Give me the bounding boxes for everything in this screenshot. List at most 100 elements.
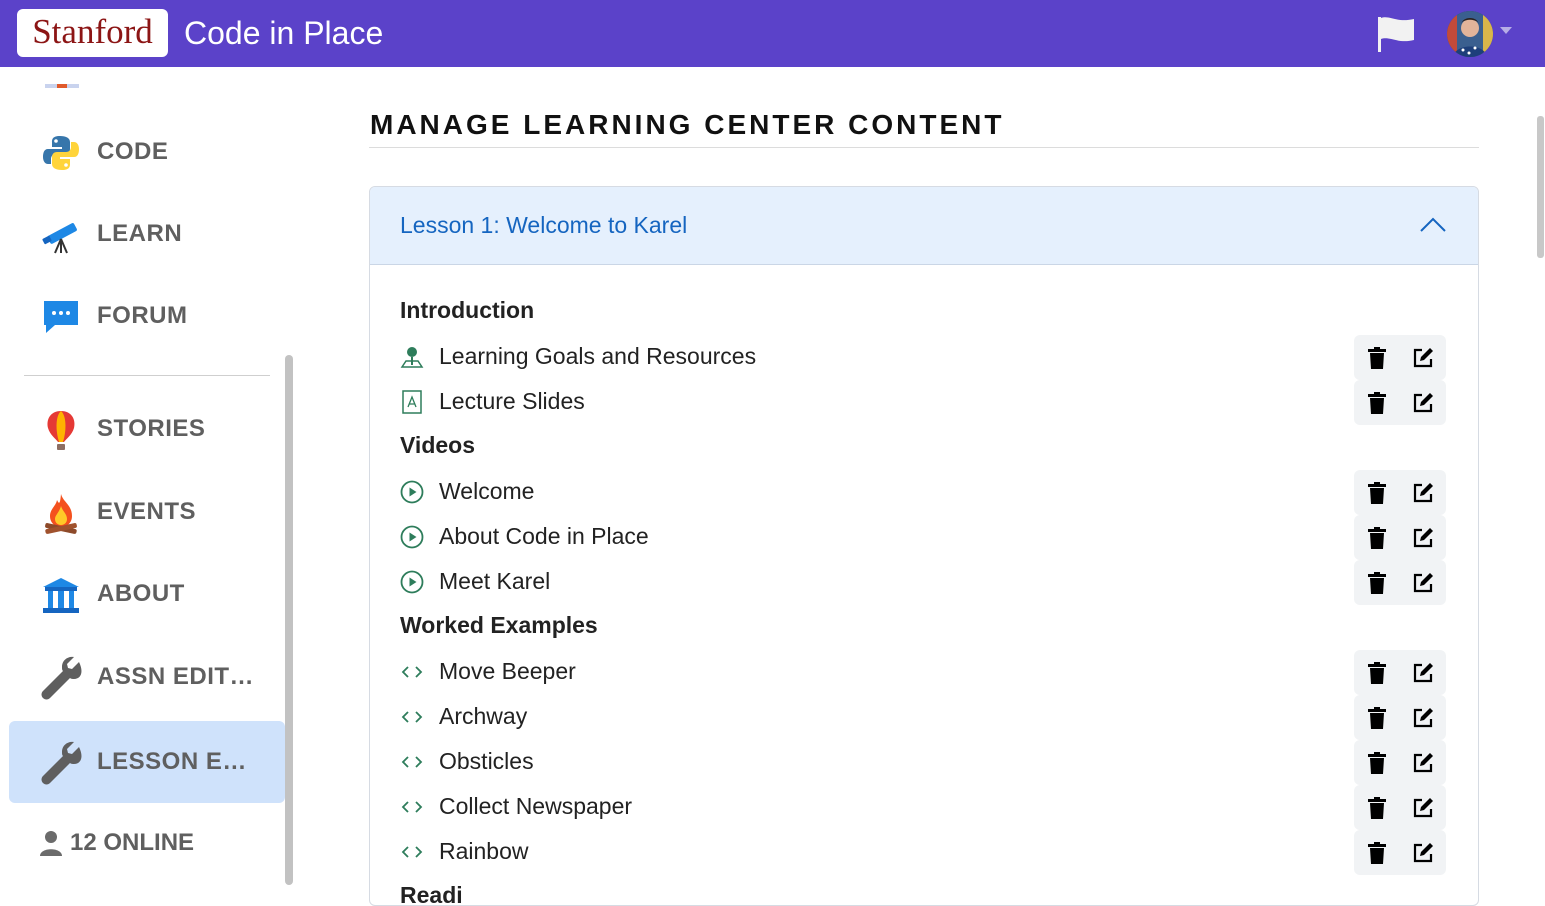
list-item: Meet Karel <box>400 560 1450 605</box>
wrench-icon <box>39 656 83 700</box>
edit-icon <box>1413 572 1433 592</box>
building-icon <box>39 573 83 617</box>
edit-icon <box>1413 842 1433 862</box>
sidebar-item-lesson-editor[interactable]: LESSON E… <box>9 721 285 803</box>
page-scrollbar[interactable] <box>1537 116 1544 258</box>
delete-button[interactable] <box>1354 650 1400 695</box>
trash-icon <box>1368 706 1386 729</box>
campfire-icon <box>39 491 83 535</box>
code-brackets-icon <box>400 840 424 864</box>
sidebar-item-label: FORUM <box>97 302 188 329</box>
wrench-icon <box>39 741 83 785</box>
trash-icon <box>1368 751 1386 774</box>
flag-icon[interactable] <box>1376 14 1416 54</box>
delete-button[interactable] <box>1354 785 1400 830</box>
trash-icon <box>1368 481 1386 504</box>
page-title: MANAGE LEARNING CENTER CONTENT <box>370 109 1005 140</box>
sidebar-item-label: ABOUT <box>97 580 185 607</box>
item-label[interactable]: About Code in Place <box>439 523 649 550</box>
edit-icon <box>1413 482 1433 502</box>
section-title: Introduction <box>400 297 535 323</box>
list-item: Lecture Slides <box>400 380 1450 425</box>
code-brackets-icon <box>400 705 424 729</box>
trash-icon <box>1368 571 1386 594</box>
item-label[interactable]: Collect Newspaper <box>439 793 632 820</box>
python-icon <box>39 131 83 175</box>
title-divider <box>369 147 1479 148</box>
stanford-logo[interactable]: Stanford <box>17 9 168 57</box>
trash-icon <box>1368 346 1386 369</box>
edit-button[interactable] <box>1400 560 1446 605</box>
edit-icon <box>1413 752 1433 772</box>
sidebar-item-label: STORIES <box>97 415 206 442</box>
item-label[interactable]: Meet Karel <box>439 568 550 595</box>
sidebar-item-code[interactable]: CODE <box>9 111 285 193</box>
item-label[interactable]: Archway <box>439 703 527 730</box>
edit-button[interactable] <box>1400 515 1446 560</box>
edit-button[interactable] <box>1400 335 1446 380</box>
section-title: Videos <box>400 432 475 458</box>
top-bar: Stanford Code in Place <box>0 0 1545 67</box>
section-title: Worked Examples <box>400 612 598 638</box>
sidebar-item-learn[interactable]: LEARN <box>9 193 285 275</box>
list-item: Learning Goals and Resources <box>400 335 1450 380</box>
online-count: 12 ONLINE <box>40 829 194 857</box>
delete-button[interactable] <box>1354 470 1400 515</box>
edit-icon <box>1413 347 1433 367</box>
sidebar-item-label: LESSON E… <box>97 748 247 775</box>
user-avatar[interactable] <box>1447 11 1493 57</box>
play-circle-icon <box>400 480 424 504</box>
item-label[interactable]: Obsticles <box>439 748 534 775</box>
edit-icon <box>1413 662 1433 682</box>
lesson-accordion: Lesson 1: Welcome to Karel Introduction … <box>369 186 1479 906</box>
sidebar-item-stories[interactable]: STORIES <box>9 388 285 470</box>
item-label[interactable]: Welcome <box>439 478 534 505</box>
sidebar-item-events[interactable]: EVENTS <box>9 471 285 553</box>
app-title[interactable]: Code in Place <box>184 14 383 52</box>
sidebar-item-label: LEARN <box>97 220 183 247</box>
edit-button[interactable] <box>1400 650 1446 695</box>
delete-button[interactable] <box>1354 560 1400 605</box>
sidebar: CODE LEARN FORUM STORIES EVENTS ABOUT AS… <box>0 67 300 891</box>
online-label: 12 ONLINE <box>70 829 195 856</box>
sidebar-item-about[interactable]: ABOUT <box>9 553 285 635</box>
accordion-header[interactable]: Lesson 1: Welcome to Karel <box>370 187 1478 265</box>
edit-button[interactable] <box>1400 830 1446 875</box>
delete-button[interactable] <box>1354 830 1400 875</box>
trash-icon <box>1368 391 1386 414</box>
item-label[interactable]: Move Beeper <box>439 658 576 685</box>
code-brackets-icon <box>400 750 424 774</box>
edit-button[interactable] <box>1400 380 1446 425</box>
goal-pin-icon <box>400 345 424 369</box>
edit-button[interactable] <box>1400 695 1446 740</box>
pdf-file-icon <box>400 390 424 414</box>
chevron-down-icon[interactable] <box>1500 27 1512 34</box>
item-label[interactable]: Lecture Slides <box>439 388 585 415</box>
delete-button[interactable] <box>1354 695 1400 740</box>
delete-button[interactable] <box>1354 740 1400 785</box>
sidebar-divider <box>24 375 270 376</box>
delete-button[interactable] <box>1354 515 1400 560</box>
edit-button[interactable] <box>1400 740 1446 785</box>
sidebar-item-forum[interactable]: FORUM <box>9 275 285 357</box>
play-circle-icon <box>400 570 424 594</box>
main-content: MANAGE LEARNING CENTER CONTENT Lesson 1:… <box>369 67 1479 906</box>
sidebar-item-label: ASSN EDIT… <box>97 663 255 690</box>
item-label[interactable]: Learning Goals and Resources <box>439 343 756 370</box>
sidebar-scrollbar[interactable] <box>285 355 293 885</box>
list-item: Collect Newspaper <box>400 785 1450 830</box>
edit-button[interactable] <box>1400 785 1446 830</box>
edit-icon <box>1413 797 1433 817</box>
scroll-indicator <box>45 84 79 88</box>
trash-icon <box>1368 796 1386 819</box>
edit-button[interactable] <box>1400 470 1446 515</box>
chat-bubble-icon <box>39 295 83 339</box>
sidebar-item-assn-editor[interactable]: ASSN EDIT… <box>9 636 285 718</box>
chevron-up-icon[interactable] <box>1418 213 1448 237</box>
item-label[interactable]: Rainbow <box>439 838 529 865</box>
list-item: Archway <box>400 695 1450 740</box>
trash-icon <box>1368 526 1386 549</box>
section-title: Readi <box>400 882 463 906</box>
delete-button[interactable] <box>1354 380 1400 425</box>
delete-button[interactable] <box>1354 335 1400 380</box>
